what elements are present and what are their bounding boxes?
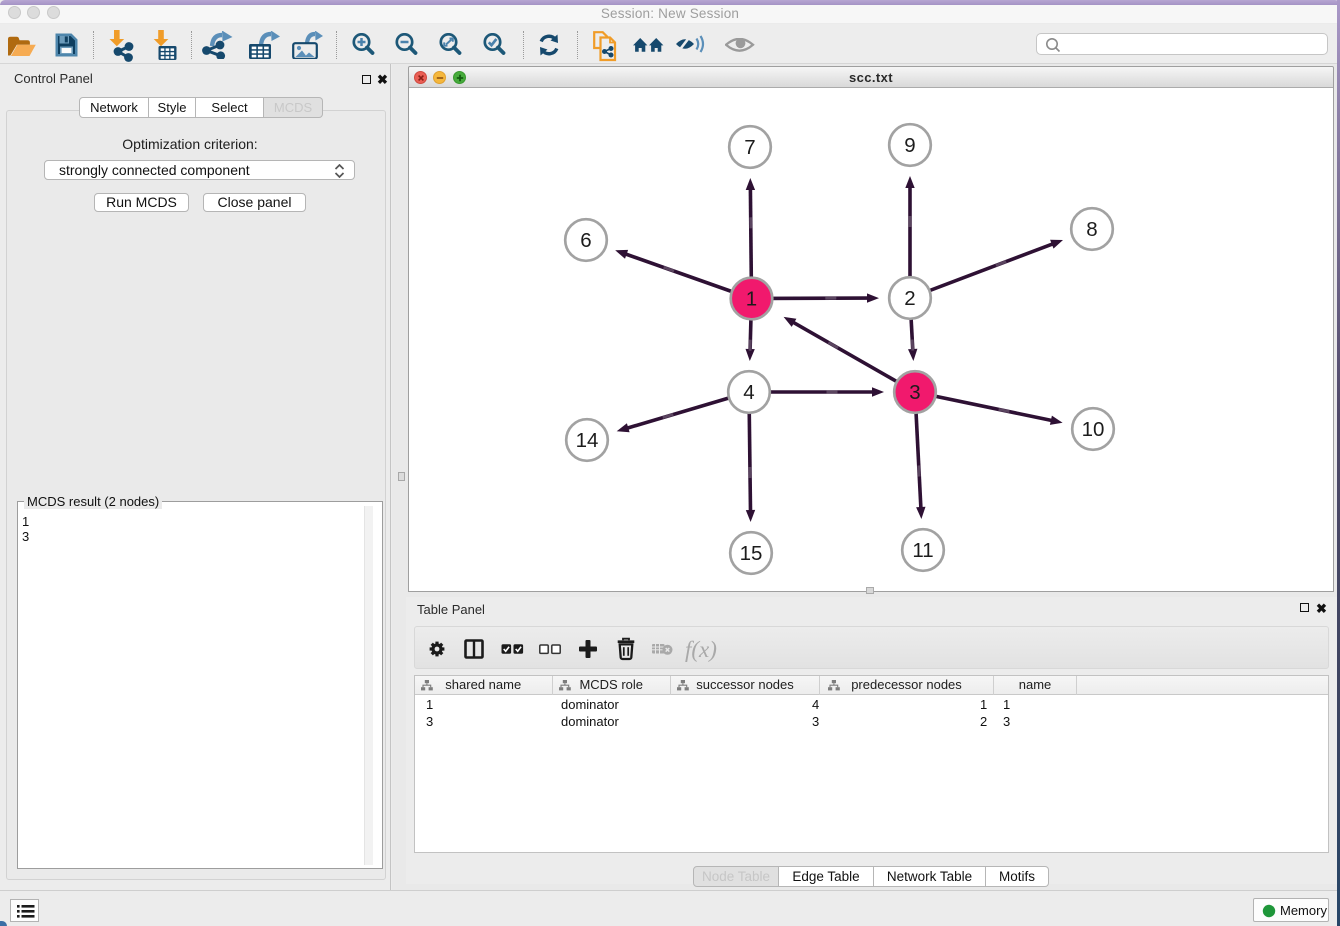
- svg-text:8: 8: [1086, 218, 1097, 241]
- svg-text:f(x): f(x): [685, 637, 717, 662]
- svg-text:10: 10: [1082, 418, 1105, 441]
- svg-text:3: 3: [909, 381, 920, 404]
- svg-text:6: 6: [580, 229, 591, 252]
- svg-text:1: 1: [746, 288, 757, 311]
- svg-text:7: 7: [744, 136, 755, 159]
- svg-text:9: 9: [904, 134, 915, 157]
- svg-text:15: 15: [740, 542, 763, 565]
- svg-text:2: 2: [904, 287, 915, 310]
- svg-text:4: 4: [743, 381, 754, 404]
- svg-text:11: 11: [912, 539, 933, 562]
- svg-text:14: 14: [576, 429, 599, 452]
